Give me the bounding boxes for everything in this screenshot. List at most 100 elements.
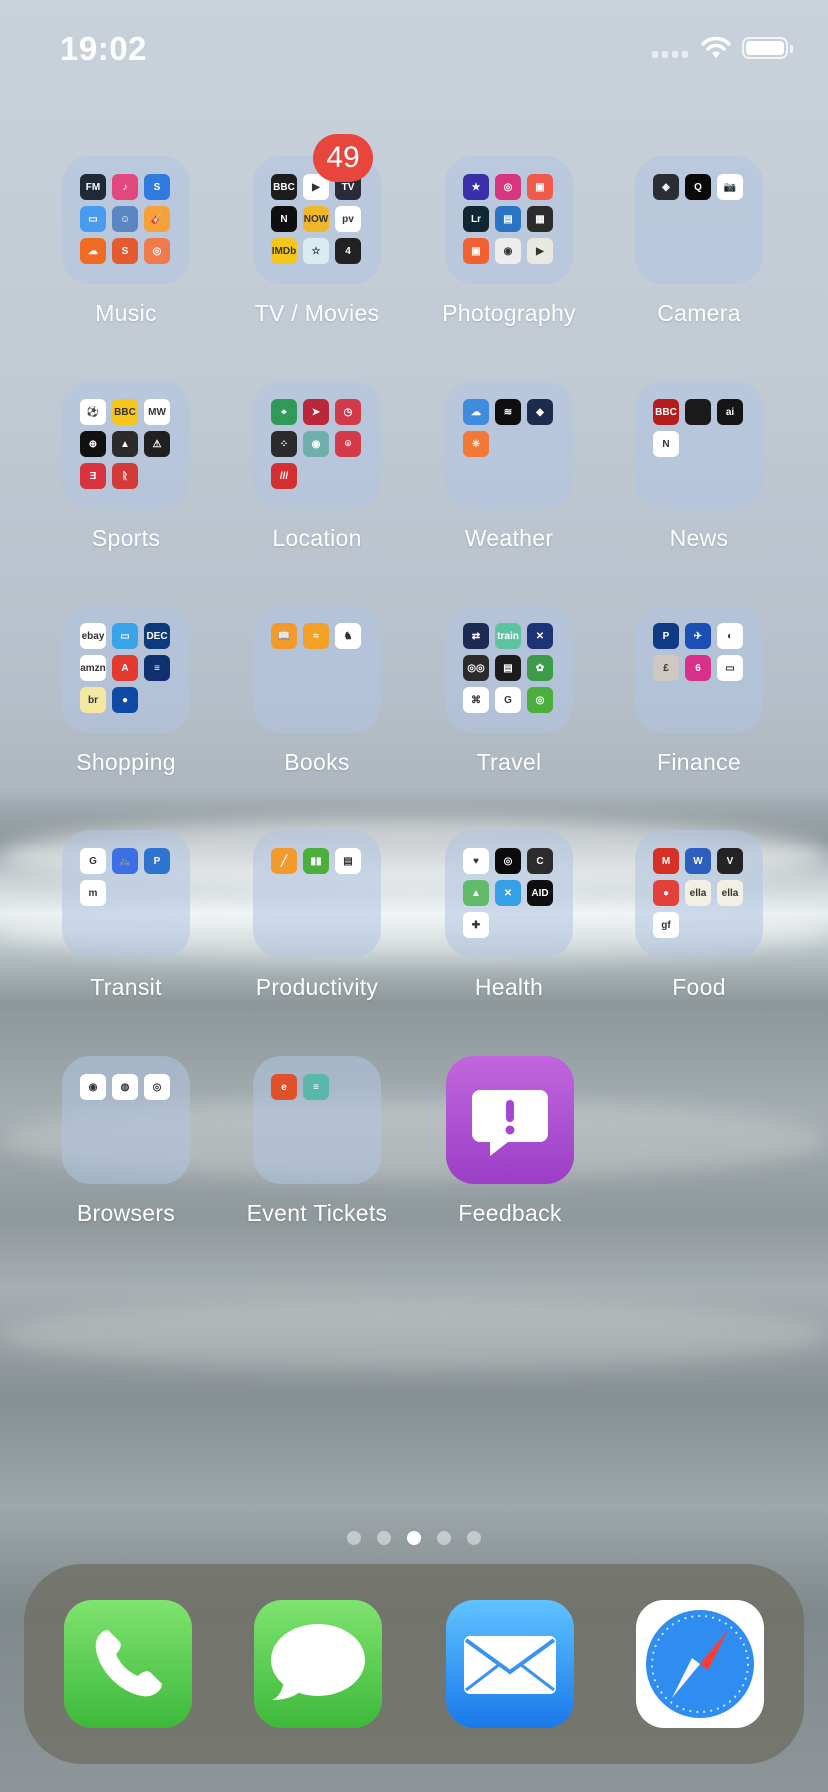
folder-music[interactable]: FM ♪ S ▭ ☺ 🎸 ☁ S ◎ Music bbox=[31, 156, 221, 327]
folder-app-icon: Q bbox=[685, 174, 711, 200]
folder-app-icon: ▤ bbox=[495, 206, 521, 232]
page-dot[interactable] bbox=[347, 1531, 361, 1545]
folder-weather[interactable]: ☁ ≋ ◆ ☀ Weather bbox=[414, 381, 604, 552]
folder-productivity[interactable]: ╱ ▮▮ ▤ Productivity bbox=[222, 830, 412, 1001]
folder-app-icon: ☁ bbox=[80, 238, 106, 264]
folder-browsers[interactable]: ◉ ◍ ◎ Browsers bbox=[31, 1056, 221, 1227]
folder-app-icon: ◈ bbox=[653, 174, 679, 200]
dock-safari-app[interactable] bbox=[636, 1600, 764, 1728]
folder-app-icon: ♥ bbox=[463, 848, 489, 874]
dock-messages-app[interactable] bbox=[254, 1600, 382, 1728]
folder-icon: ⇄ train ✕ ◎◎ ▤ ✿ ⌘ G ◎ bbox=[445, 605, 573, 733]
folder-app-icon: ◍ bbox=[112, 1074, 138, 1100]
folder-label: News bbox=[669, 525, 729, 551]
folder-label: Photography bbox=[442, 300, 576, 326]
message-bubble-icon bbox=[271, 1624, 365, 1700]
folder-app-icon: ◉ bbox=[495, 238, 521, 264]
folder-event-tickets[interactable]: e ≡ Event Tickets bbox=[222, 1056, 412, 1227]
folder-app-icon: ▶ bbox=[527, 238, 553, 264]
folder-app-icon: ▦ bbox=[527, 206, 553, 232]
folder-label: Weather bbox=[464, 525, 554, 551]
folder-app-icon: /// bbox=[271, 463, 297, 489]
folder-shopping[interactable]: ebay ▭ DEC amzn A ≡ br ● Shopping bbox=[31, 605, 221, 776]
dock-phone-app[interactable] bbox=[64, 1600, 192, 1728]
folder-app-icon: ✈ bbox=[685, 623, 711, 649]
folder-app-icon: ☆ bbox=[303, 238, 329, 264]
folder-app-icon: ♞ bbox=[335, 623, 361, 649]
folder-app-icon: ▭ bbox=[80, 206, 106, 232]
folder-app-icon: ⌾ bbox=[335, 431, 361, 457]
dock-mail-app[interactable] bbox=[446, 1600, 574, 1728]
folder-app-icon: ★ bbox=[463, 174, 489, 200]
folder-label: Food bbox=[672, 974, 726, 1000]
folder-news[interactable]: BBC ai N News bbox=[604, 381, 794, 552]
folder-label: Location bbox=[272, 525, 362, 551]
wave-foam bbox=[0, 1300, 828, 1370]
folder-app-icon: ⊕ bbox=[80, 431, 106, 457]
folder-food[interactable]: M W V ● ella ella gf Food bbox=[604, 830, 794, 1001]
folder-label: Finance bbox=[657, 749, 741, 775]
folder-app-icon: ≈ bbox=[303, 623, 329, 649]
folder-app-icon: Lr bbox=[463, 206, 489, 232]
folder-app-icon: MW bbox=[144, 399, 170, 425]
folder-app-icon: ◉ bbox=[303, 431, 329, 457]
page-dot[interactable] bbox=[377, 1531, 391, 1545]
app-label: Feedback bbox=[458, 1200, 562, 1226]
folder-app-icon: ▲ bbox=[112, 431, 138, 457]
folder-icon: BBC ai N bbox=[635, 381, 763, 509]
folder-finance[interactable]: P ✈ ◐ £6 ▭ Finance bbox=[604, 605, 794, 776]
folder-app-icon: ▣ bbox=[463, 238, 489, 264]
folder-health[interactable]: ♥ ◎ C ▲ ✕ AID ✚ Health bbox=[414, 830, 604, 1001]
folder-transit[interactable]: G 🚲 Pm Transit bbox=[31, 830, 221, 1001]
folder-label: Health bbox=[474, 974, 544, 1000]
folder-location[interactable]: ⌖ ➤ ◷ ⁘ ◉ ⌾ /// Location bbox=[222, 381, 412, 552]
folder-app-icon: ◎ bbox=[144, 1074, 170, 1100]
folder-label: Event Tickets bbox=[246, 1200, 388, 1226]
folder-app-icon: ᚱ bbox=[112, 463, 138, 489]
folder-photography[interactable]: ★ ◎ ▣ Lr ▤ ▦ ▣ ◉ ▶ Photography bbox=[414, 156, 604, 327]
folder-app-icon: ▤ bbox=[495, 655, 521, 681]
folder-icon: ◉ ◍ ◎ bbox=[62, 1056, 190, 1184]
folder-app-icon: ♪ bbox=[112, 174, 138, 200]
dock bbox=[24, 1564, 804, 1764]
page-indicator[interactable] bbox=[0, 1531, 828, 1550]
folder-icon: ╱ ▮▮ ▤ bbox=[253, 830, 381, 958]
folder-tv-movies[interactable]: BBC ▶ TV N NOW pv IMDb ☆ 4 49 TV / Movies bbox=[222, 134, 412, 327]
folder-label: Transit bbox=[90, 974, 162, 1000]
folder-app-icon: ella bbox=[717, 880, 743, 906]
folder-label: Shopping bbox=[76, 749, 176, 775]
page-dot[interactable] bbox=[437, 1531, 451, 1545]
folder-app-icon: ◎ bbox=[495, 848, 521, 874]
page-dot[interactable] bbox=[467, 1531, 481, 1545]
folder-app-icon: ◎ bbox=[527, 687, 553, 713]
folder-books[interactable]: 📖 ≈ ♞ Books bbox=[222, 605, 412, 776]
app-feedback[interactable]: Feedback bbox=[415, 1056, 605, 1227]
folder-app-icon: ☁ bbox=[463, 399, 489, 425]
folder-app-icon: ◎ bbox=[495, 174, 521, 200]
envelope-icon bbox=[464, 1636, 556, 1694]
folder-app-icon: P bbox=[653, 623, 679, 649]
folder-app-icon: V bbox=[717, 848, 743, 874]
feedback-app-icon bbox=[446, 1056, 574, 1184]
folder-app-icon: ⚠ bbox=[144, 431, 170, 457]
folder-camera[interactable]: ◈ Q 📷 Camera bbox=[604, 156, 794, 327]
folder-app-icon: AID bbox=[527, 880, 553, 906]
folder-icon: ebay ▭ DEC amzn A ≡ br ● bbox=[62, 605, 190, 733]
folder-app-icon: ⌘ bbox=[463, 687, 489, 713]
folder-app-icon: ⚽ bbox=[80, 399, 106, 425]
folder-sports[interactable]: ⚽ BBC MW ⊕ ▲ ⚠ Ǝ ᚱ Sports bbox=[31, 381, 221, 552]
folder-app-icon: br bbox=[80, 687, 106, 713]
folder-app-icon: N bbox=[271, 206, 297, 232]
page-dot-active[interactable] bbox=[407, 1531, 421, 1545]
folder-app-icon: BBC bbox=[112, 399, 138, 425]
folder-app-icon: ◉ bbox=[80, 1074, 106, 1100]
folder-app-icon: 🚲 bbox=[112, 848, 138, 874]
folder-icon: BBC ▶ TV N NOW pv IMDb ☆ 4 49 bbox=[253, 134, 381, 284]
folder-app-icon: amzn bbox=[80, 655, 106, 681]
folder-label: Productivity bbox=[255, 974, 379, 1000]
folder-app-icon: W bbox=[685, 848, 711, 874]
folder-travel[interactable]: ⇄ train ✕ ◎◎ ▤ ✿ ⌘ G ◎ Travel bbox=[414, 605, 604, 776]
folder-app-icon: M bbox=[653, 848, 679, 874]
folder-app-icon: 🎸 bbox=[144, 206, 170, 232]
folder-label: Books bbox=[284, 749, 350, 775]
